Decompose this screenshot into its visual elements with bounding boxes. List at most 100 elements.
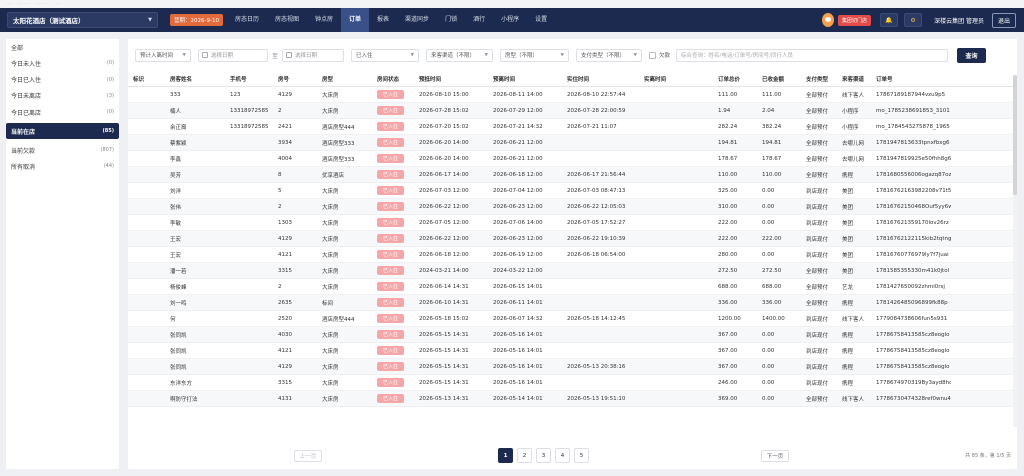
table-row[interactable]: 李敏 1303 大床房 已入住 2026-07-05 12:00 2026-07-06 1…	[128, 215, 1017, 231]
table-cell: 325.00	[718, 187, 738, 194]
table-row[interactable]: 李鑫 4004 酒店房型333 已入住 2026-06-20 14:00 2026-06-…	[128, 151, 1017, 167]
end-date-input[interactable]: 选择日期	[282, 48, 345, 62]
page-button[interactable]: 2	[517, 448, 532, 463]
query-button[interactable]: 查询	[957, 47, 987, 63]
sidebar-item[interactable]: 今日未离店 (3)	[6, 88, 119, 104]
table-cell: 222.00	[718, 219, 738, 226]
table-row[interactable]: 张同凯 4030 大床房 已入住 2026-05-15 14:31 2026-05-16 …	[128, 327, 1017, 343]
table-row[interactable]: 王宏 4129 大床房 已入住 2026-06-22 12:00 2026-06-23 1…	[128, 231, 1017, 247]
sidebar-item[interactable]: 所有取消 (44)	[6, 158, 119, 174]
table-cell: 17816760776979ly7f7juai	[876, 251, 949, 258]
table-cell: 1303	[278, 219, 292, 226]
table-cell: 2026-06-22 12:05:03	[567, 203, 626, 210]
nav-item-8[interactable]: 小程序	[493, 8, 527, 32]
table-row[interactable]: 333 123 4129 大床房 已入住 2026-08-10 15:00 2026-08-…	[128, 87, 1017, 103]
start-date-input[interactable]: 选择日期	[198, 48, 268, 62]
chevron-down-icon: ▼	[484, 52, 489, 58]
bookmark-item[interactable]: · · ·	[53, 0, 59, 8]
table-row[interactable]: 张伟 2 大床房 已入住 2026-06-22 12:00 2026-06-23 12:0…	[128, 199, 1017, 215]
nav-item-7[interactable]: 酒行	[465, 8, 493, 32]
table-row[interactable]: 刘一鸣 2635 标间 已入住 2026-06-10 14:31 2026-06-11 1…	[128, 295, 1017, 311]
group-switch-button[interactable]: 集团切门店	[838, 14, 872, 26]
table-cell: 0.00	[762, 379, 775, 386]
sidebar-item[interactable]: 全部	[6, 39, 119, 55]
page-button[interactable]: 4	[555, 448, 570, 463]
status-badge: 已入住	[377, 266, 405, 275]
column-header: 房客姓名	[170, 76, 193, 83]
table-row[interactable]: 楠人 13318972585 2 大床房 已入住 2026-07-28 15:02 2026…	[128, 103, 1017, 119]
status-badge: 已入住	[377, 298, 405, 307]
channel-select[interactable]: 来客渠道（不限） ▼	[426, 48, 494, 62]
table-row[interactable]: 蔡紫颖 3934 酒店房型333 已入住 2026-06-20 14:00 2026-06…	[128, 135, 1017, 151]
table-cell: 0.00	[762, 395, 775, 402]
sidebar-item[interactable]: 今日已入住 (0)	[6, 72, 119, 88]
table-row[interactable]: 余正裔 13318972585 2421 酒店房型444 已入住 2026-07-20 1…	[128, 119, 1017, 135]
room-type-select[interactable]: 房型（不限） ▼	[500, 48, 570, 62]
logout-button[interactable]: 退出	[991, 12, 1016, 28]
nav-item-1[interactable]: 房态视图	[267, 8, 307, 32]
nav-item-6[interactable]: 门锁	[437, 8, 465, 32]
table-cell: 2026-05-16 14:01	[493, 331, 543, 338]
pay-type-select[interactable]: 支付类型（不限） ▼	[576, 48, 643, 62]
room-status-cell: 已入住	[372, 90, 414, 99]
nav-item-2[interactable]: 钟点房	[307, 8, 341, 32]
sidebar-item[interactable]: 当前在店 (85)	[6, 123, 119, 140]
table-cell: 2026-07-29 12:00	[493, 107, 543, 114]
arrears-checkbox[interactable]: 欠款	[649, 51, 670, 59]
page-button[interactable]: 3	[536, 448, 551, 463]
table-row[interactable]: 潘一若 3315 大床房 已入住 2024-03-21 14:00 2024-03-22 …	[128, 263, 1017, 279]
table-cell: 2026-05-16 14:01	[493, 363, 543, 370]
table-cell: 2026-05-14 14:01	[493, 395, 543, 402]
table-cell: 1781680556006ogazq87oz	[876, 171, 951, 178]
sidebar-item[interactable]: 今日未入住 (0)	[6, 55, 119, 71]
table-row[interactable]: 啊防守打法 4131 大床房 已入住 2026-05-13 14:31 2026-05-1…	[128, 391, 1017, 407]
checkbox-box	[649, 51, 657, 59]
table-cell: 杨俊峰	[170, 284, 187, 291]
status-select[interactable]: 已入住 ▼	[351, 48, 420, 62]
table-row[interactable]: 王宏 4121 大床房 已入住 2026-06-18 12:00 2026-06-19 1…	[128, 247, 1017, 263]
nav-item-3[interactable]: 订单	[341, 8, 370, 32]
table-cell: 2026-07-03 08:47:13	[567, 187, 626, 194]
table-cell: 272.50	[718, 267, 738, 274]
table-scrollbar[interactable]	[1013, 75, 1017, 427]
bell-icon[interactable]: 🔔	[880, 13, 899, 27]
table-cell: 2026-07-21 11:07	[567, 123, 617, 130]
bookmark-item[interactable]: · · · · ·	[36, 0, 47, 8]
settings-icon[interactable]: ⚙	[904, 13, 923, 27]
table-row[interactable]: 何 2520 酒店房型444 已入住 2026-05-18 15:02 2026-06-0…	[128, 311, 1017, 327]
sidebar-item[interactable]: 当前欠款 (807)	[6, 142, 119, 158]
room-status-cell: 已入住	[372, 250, 414, 259]
table-cell: 酒店房型333	[322, 140, 355, 147]
room-status-cell: 已入住	[372, 186, 414, 195]
nav-item-9[interactable]: 设置	[527, 8, 555, 32]
search-input[interactable]: 综合查询：姓名/电话/订单号/房间号/同行人员	[676, 48, 949, 62]
table-cell: mo_1784543275878_1965	[876, 123, 950, 130]
table-row[interactable]: 张同凯 4121 大床房 已入住 2026-05-15 14:31 2026-05-16 …	[128, 343, 1017, 359]
time-type-select[interactable]: 预计入离时间 ▼	[135, 48, 191, 62]
table-cell: 382.24	[762, 123, 782, 130]
table-row[interactable]: 刘洋 5 大床房 已入住 2026-07-03 12:00 2026-07-04 12:0…	[128, 183, 1017, 199]
table-row[interactable]: 张同凯 4129 大床房 已入住 2026-05-15 14:31 2026-05-16 …	[128, 359, 1017, 375]
table-cell: 刘一鸣	[170, 300, 187, 307]
prev-page-button[interactable]: 上一页	[294, 449, 322, 462]
sidebar-item[interactable]: 今日已离店 (0)	[6, 104, 119, 120]
sidebar-item-label: 今日未入住	[11, 60, 42, 68]
table-row[interactable]: 东洋东方 3315 大床房 已入住 2026-05-15 14:31 2026-05-16…	[128, 375, 1017, 391]
bookmark-item[interactable]: · · · · ·	[18, 0, 29, 8]
page-button[interactable]: 1	[498, 448, 513, 463]
main-nav: 房态日历 房态视图 钟点房 订单 报表 渠道同步 门锁 酒行 小程序 设置	[227, 8, 555, 32]
next-page-button[interactable]: 下一页	[761, 449, 789, 462]
table-cell: 282.24	[718, 123, 738, 130]
page-button[interactable]: 5	[574, 448, 589, 463]
nav-item-4[interactable]: 报表	[369, 8, 397, 32]
bookmark-item[interactable]: · · ·	[6, 0, 12, 8]
pagination: 上一页 12345 下一页 共 85 条，第 1/5 页	[128, 442, 1017, 469]
calendar-icon	[286, 52, 293, 58]
table-cell: 1781426485096899fk88p	[876, 299, 948, 306]
nav-item-5[interactable]: 渠道同步	[397, 8, 437, 32]
table-row[interactable]: 吴芳 8 优享酒店 已入住 2026-06-17 14:00 2026-06-18 12:…	[128, 167, 1017, 183]
table-row[interactable]: 杨俊峰 2 大床房 已入住 2026-06-14 14:31 2026-06-15 14:…	[128, 279, 1017, 295]
hotel-select[interactable]: 太阳花酒店（测试酒店） ▼	[7, 12, 158, 28]
table-cell: 全部预付	[806, 124, 829, 131]
nav-item-0[interactable]: 房态日历	[227, 8, 267, 32]
